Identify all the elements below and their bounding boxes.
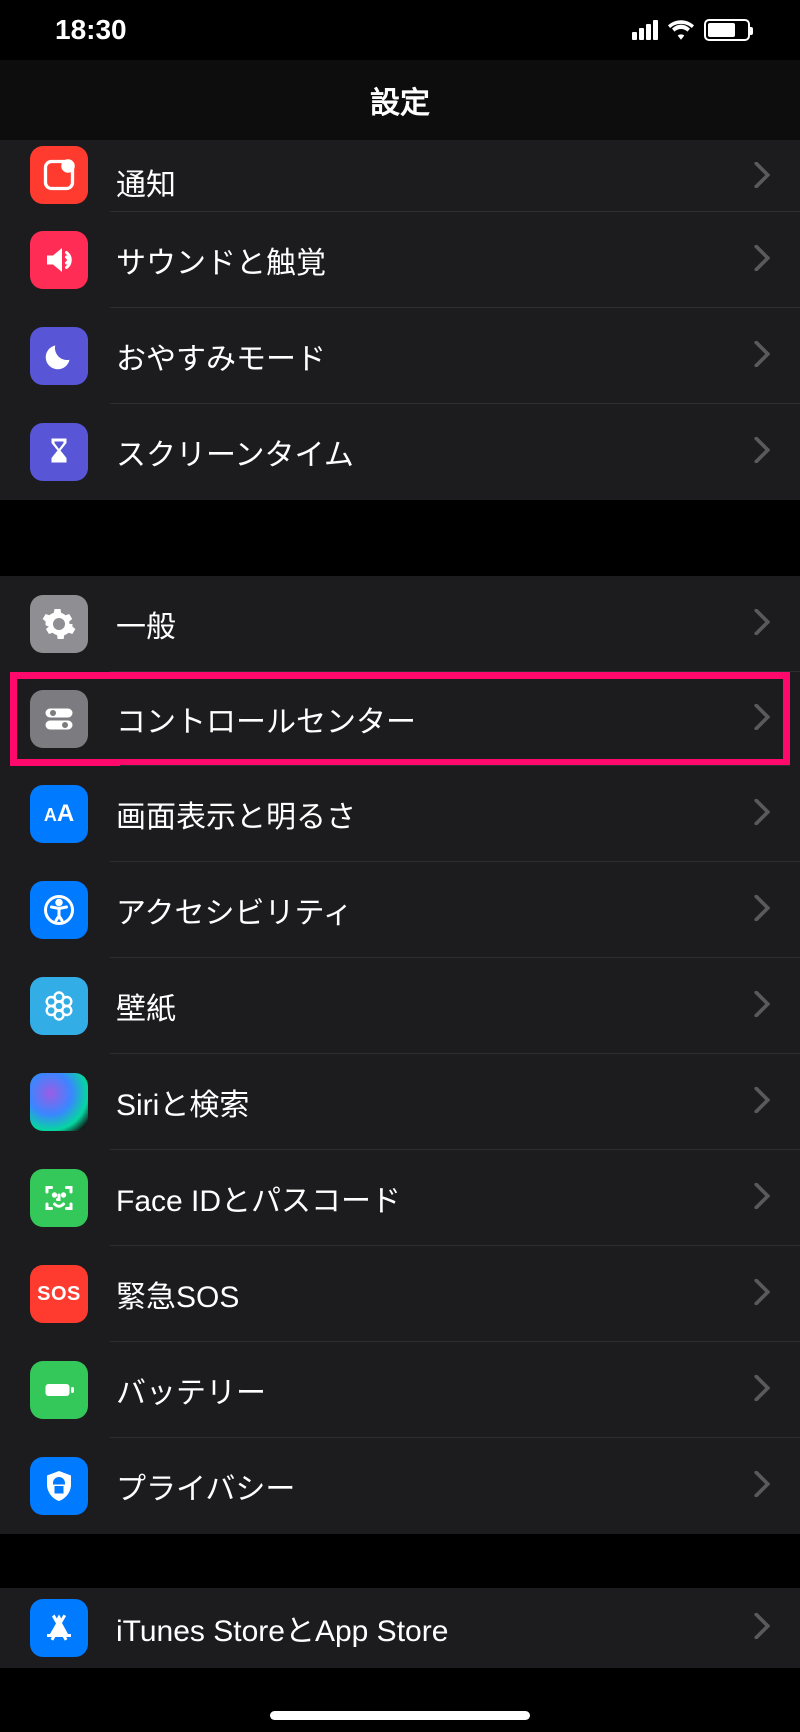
wallpaper-icon (30, 977, 88, 1035)
row-screen-time[interactable]: スクリーンタイム (0, 404, 800, 500)
notifications-icon (30, 146, 88, 204)
chevron-right-icon (754, 162, 770, 193)
row-label: おやすみモード (116, 334, 754, 378)
row-label: コントロールセンター (116, 697, 754, 741)
hourglass-icon (30, 423, 88, 481)
row-label: サウンドと触覚 (116, 238, 754, 282)
wifi-icon (668, 20, 694, 40)
row-notifications[interactable]: 通知 (0, 140, 800, 212)
row-sounds[interactable]: サウンドと触覚 (0, 212, 800, 308)
section-spacer (0, 1534, 800, 1588)
row-wallpaper[interactable]: 壁紙 (0, 958, 800, 1054)
faceid-icon (30, 1169, 88, 1227)
aa-big: A (57, 800, 74, 827)
section-spacer (0, 500, 800, 576)
row-display[interactable]: AA 画面表示と明るさ (0, 766, 800, 862)
row-battery[interactable]: バッテリー (0, 1342, 800, 1438)
siri-icon (30, 1073, 88, 1131)
cellular-signal-icon (632, 20, 658, 40)
row-siri[interactable]: Siriと検索 (0, 1054, 800, 1150)
chevron-right-icon (754, 341, 770, 372)
chevron-right-icon (754, 704, 770, 735)
display-icon: AA (30, 785, 88, 843)
sounds-icon (30, 231, 88, 289)
chevron-right-icon (754, 895, 770, 926)
row-privacy[interactable]: プライバシー (0, 1438, 800, 1534)
accessibility-icon (30, 881, 88, 939)
row-label: プライバシー (116, 1464, 754, 1508)
sos-icon: SOS (30, 1265, 88, 1323)
sos-text: SOS (37, 1283, 81, 1306)
battery-settings-icon (30, 1361, 88, 1419)
battery-icon (704, 19, 750, 41)
settings-section-3: iTunes StoreとApp Store (0, 1588, 800, 1668)
status-bar: 18:30 (0, 0, 800, 60)
settings-section-2: 一般 コントロールセンター AA 画面表示と明るさ アクセシビリティ 壁紙 (0, 576, 800, 1534)
row-label: 壁紙 (116, 984, 754, 1028)
row-label: iTunes StoreとApp Store (116, 1606, 754, 1650)
row-sos[interactable]: SOS 緊急SOS (0, 1246, 800, 1342)
row-accessibility[interactable]: アクセシビリティ (0, 862, 800, 958)
row-label: スクリーンタイム (116, 430, 754, 474)
chevron-right-icon (754, 1375, 770, 1406)
chevron-right-icon (754, 1183, 770, 1214)
row-label: 一般 (116, 602, 754, 646)
chevron-right-icon (754, 437, 770, 468)
aa-small: A (44, 805, 57, 825)
status-time: 18:30 (55, 14, 127, 46)
row-faceid[interactable]: Face IDとパスコード (0, 1150, 800, 1246)
chevron-right-icon (754, 1613, 770, 1644)
row-label: Face IDとパスコード (116, 1176, 754, 1220)
settings-section-1: 通知 サウンドと触覚 おやすみモード スクリーンタイム (0, 140, 800, 500)
row-label: 通知 (116, 160, 754, 204)
row-itunes[interactable]: iTunes StoreとApp Store (0, 1588, 800, 1668)
chevron-right-icon (754, 991, 770, 1022)
page-title: 設定 (370, 78, 430, 122)
row-label: バッテリー (116, 1368, 754, 1412)
row-label: 緊急SOS (116, 1272, 754, 1316)
chevron-right-icon (754, 245, 770, 276)
chevron-right-icon (754, 799, 770, 830)
privacy-icon (30, 1457, 88, 1515)
row-general[interactable]: 一般 (0, 576, 800, 672)
chevron-right-icon (754, 1087, 770, 1118)
appstore-icon (30, 1599, 88, 1657)
nav-bar: 設定 (0, 60, 800, 140)
control-center-icon (30, 690, 88, 748)
chevron-right-icon (754, 1279, 770, 1310)
chevron-right-icon (754, 1471, 770, 1502)
row-label: 画面表示と明るさ (116, 792, 754, 836)
moon-icon (30, 327, 88, 385)
chevron-right-icon (754, 609, 770, 640)
gear-icon (30, 595, 88, 653)
row-label: Siriと検索 (116, 1080, 754, 1124)
row-label: アクセシビリティ (116, 888, 754, 932)
status-indicators (632, 19, 750, 41)
row-control-center[interactable]: コントロールセンター (10, 672, 790, 766)
row-do-not-disturb[interactable]: おやすみモード (0, 308, 800, 404)
home-indicator[interactable] (270, 1711, 530, 1720)
